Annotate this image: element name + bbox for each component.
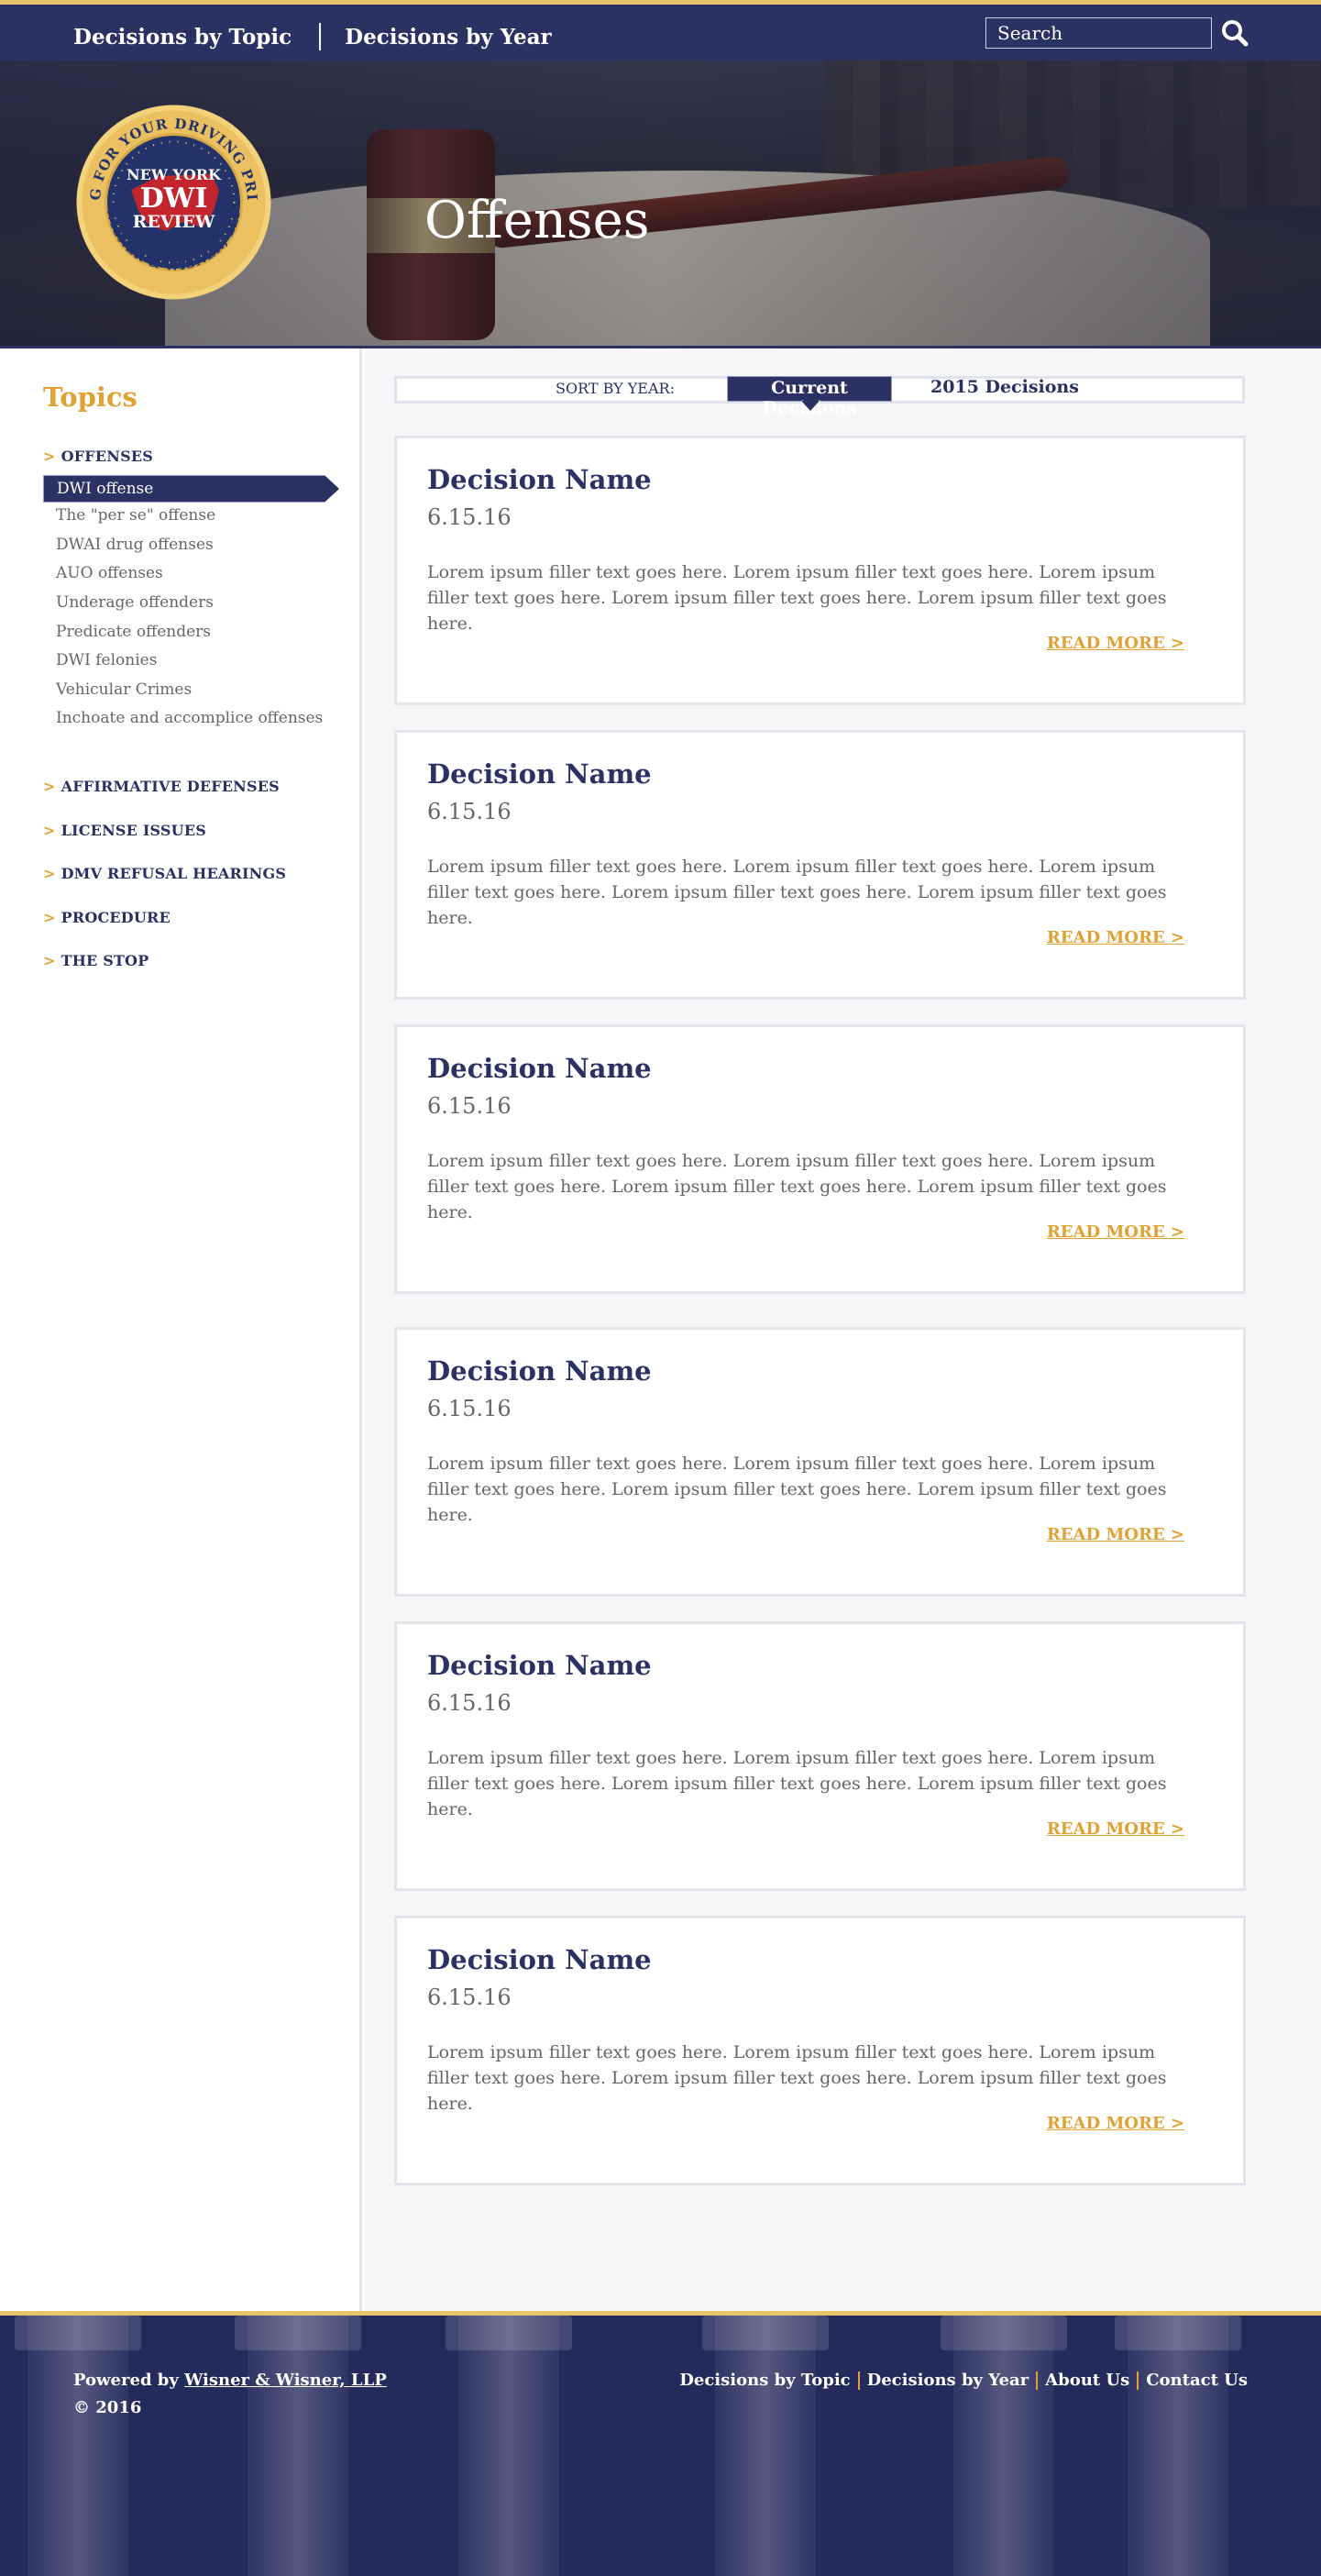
top-nav: Decisions by Topic Decisions by Year — [73, 23, 552, 50]
sidebar-item-dwai-drug-offenses[interactable]: DWAI drug offenses — [56, 536, 214, 554]
footer-divider — [1137, 2371, 1139, 2390]
column-decoration — [235, 2316, 361, 2576]
decision-date: 6.15.16 — [427, 799, 512, 824]
svg-text:DWI: DWI — [140, 182, 208, 215]
column-decoration — [1115, 2316, 1241, 2576]
sidebar-item-predicate-offenders[interactable]: Predicate offenders — [56, 623, 211, 641]
decision-name[interactable]: Decision Name — [427, 758, 652, 790]
sidebar-category-procedure[interactable]: > PROCEDURE — [43, 909, 171, 926]
svg-text:REVIEW: REVIEW — [133, 212, 215, 232]
decision-card: Decision Name 6.15.16 Lorem ipsum filler… — [394, 1024, 1246, 1294]
dwi-review-seal-icon: FIGHTING FOR YOUR DRIVING PRIVILEGES WIS… — [67, 90, 271, 300]
sidebar-item-inchoate-accomplice[interactable]: Inchoate and accomplice offenses — [56, 709, 323, 727]
nav-decisions-by-topic[interactable]: Decisions by Topic — [73, 25, 292, 50]
search-icon[interactable] — [1221, 19, 1249, 47]
decision-summary: Lorem ipsum filler text goes here. Lorem… — [427, 562, 1167, 634]
sidebar-category-the-stop[interactable]: > THE STOP — [43, 952, 149, 969]
decision-card: Decision Name 6.15.16 Lorem ipsum filler… — [394, 1327, 1246, 1597]
footer-divider — [857, 2371, 860, 2390]
sidebar-item-dwi-felonies[interactable]: DWI felonies — [56, 651, 157, 669]
sidebar-item-vehicular-crimes[interactable]: Vehicular Crimes — [56, 680, 192, 699]
read-more-link[interactable]: READ MORE > — [1047, 634, 1184, 653]
decision-card: Decision Name 6.15.16 Lorem ipsum filler… — [394, 436, 1246, 705]
footer-link-about-us[interactable]: About Us — [1045, 2371, 1129, 2390]
sort-tab-2015-decisions[interactable]: 2015 Decisions — [930, 377, 1079, 397]
sidebar-item-auo-offenses[interactable]: AUO offenses — [56, 564, 163, 582]
site-logo[interactable]: FIGHTING FOR YOUR DRIVING PRIVILEGES WIS… — [67, 90, 273, 302]
sidebar-item-per-se-offense[interactable]: The "per se" offense — [56, 506, 215, 525]
decision-name[interactable]: Decision Name — [427, 1944, 652, 1975]
footer-link-decisions-by-year[interactable]: Decisions by Year — [867, 2371, 1029, 2390]
chevron-right-icon: > — [43, 909, 56, 926]
sidebar-item-underage-offenders[interactable]: Underage offenders — [56, 593, 214, 612]
column-decoration — [446, 2316, 572, 2576]
read-more-link[interactable]: READ MORE > — [1047, 1222, 1184, 1242]
chevron-right-icon: > — [43, 865, 56, 882]
decision-name[interactable]: Decision Name — [427, 1650, 652, 1681]
decision-date: 6.15.16 — [427, 1690, 512, 1716]
site-footer: Powered by Wisner & Wisner, LLP © 2016 D… — [0, 2311, 1321, 2576]
sidebar-category-license-issues[interactable]: > LICENSE ISSUES — [43, 822, 206, 839]
decision-date: 6.15.16 — [427, 504, 512, 530]
footer-link-decisions-by-topic[interactable]: Decisions by Topic — [679, 2371, 850, 2390]
sidebar-category-affirmative-defenses[interactable]: > AFFIRMATIVE DEFENSES — [43, 778, 280, 795]
chevron-right-icon: > — [43, 778, 56, 795]
nav-decisions-by-year[interactable]: Decisions by Year — [345, 25, 552, 50]
sidebar-category-dmv-refusal-hearings[interactable]: > DMV REFUSAL HEARINGS — [43, 865, 286, 882]
sort-tab-current-decisions[interactable]: Current Decisions — [727, 376, 892, 418]
nav-divider — [319, 23, 322, 50]
decision-card: Decision Name 6.15.16 Lorem ipsum filler… — [394, 730, 1246, 1000]
decision-summary: Lorem ipsum filler text goes here. Lorem… — [427, 1748, 1167, 1819]
topics-sidebar: Topics > OFFENSES DWI offense The "per se… — [0, 348, 362, 2311]
decision-date: 6.15.16 — [427, 1093, 512, 1119]
chevron-right-icon: > — [43, 448, 56, 465]
decision-date: 6.15.16 — [427, 1985, 512, 2010]
decision-card: Decision Name 6.15.16 Lorem ipsum filler… — [394, 1916, 1246, 2185]
sidebar-category-offenses[interactable]: > OFFENSES — [43, 448, 153, 465]
read-more-link[interactable]: READ MORE > — [1047, 928, 1184, 947]
decision-summary: Lorem ipsum filler text goes here. Lorem… — [427, 857, 1167, 928]
decision-name[interactable]: Decision Name — [427, 1355, 652, 1387]
sidebar-title: Topics — [43, 381, 138, 413]
sidebar-item-active[interactable]: DWI offense — [43, 475, 339, 503]
sort-label: SORT BY YEAR: — [556, 380, 675, 397]
read-more-link[interactable]: READ MORE > — [1047, 1525, 1184, 1544]
column-decoration — [941, 2316, 1067, 2576]
column-decoration — [15, 2316, 141, 2576]
chevron-right-icon: > — [43, 952, 56, 969]
powered-by: Powered by Wisner & Wisner, LLP — [73, 2371, 387, 2390]
svg-text:NEW YORK: NEW YORK — [127, 166, 222, 183]
page-title: Offenses — [424, 191, 650, 250]
decision-date: 6.15.16 — [427, 1396, 512, 1421]
decision-name[interactable]: Decision Name — [427, 1053, 652, 1084]
chevron-right-icon: > — [43, 822, 56, 839]
footer-links: Decisions by Topic Decisions by Year Abo… — [679, 2371, 1248, 2390]
footer-divider — [1036, 2371, 1039, 2390]
decision-name[interactable]: Decision Name — [427, 464, 652, 495]
wisner-link[interactable]: Wisner & Wisner, LLP — [184, 2371, 387, 2390]
read-more-link[interactable]: READ MORE > — [1047, 2114, 1184, 2133]
search-input[interactable] — [985, 17, 1212, 49]
top-nav-bar: Decisions by Topic Decisions by Year — [0, 0, 1321, 61]
decision-card: Decision Name 6.15.16 Lorem ipsum filler… — [394, 1621, 1246, 1891]
decision-summary: Lorem ipsum filler text goes here. Lorem… — [427, 1454, 1167, 1525]
column-decoration — [702, 2316, 829, 2576]
decision-summary: Lorem ipsum filler text goes here. Lorem… — [427, 1151, 1167, 1222]
copyright: © 2016 — [73, 2398, 142, 2417]
footer-link-contact-us[interactable]: Contact Us — [1146, 2371, 1248, 2390]
decision-summary: Lorem ipsum filler text goes here. Lorem… — [427, 2042, 1167, 2114]
read-more-link[interactable]: READ MORE > — [1047, 1819, 1184, 1839]
search-bar — [985, 17, 1249, 49]
